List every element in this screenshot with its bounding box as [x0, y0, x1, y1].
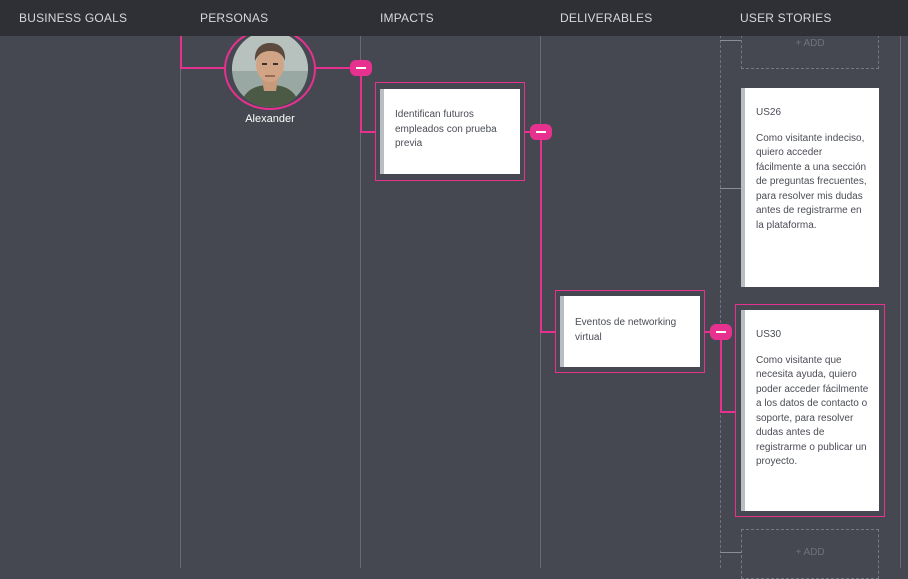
column-divider [720, 0, 721, 568]
person-photo-icon [232, 31, 308, 107]
persona-name: Alexander [245, 113, 295, 125]
column-header-user-stories: USER STORIES [740, 11, 832, 25]
column-header-business-goals: BUSINESS GOALS [19, 11, 128, 25]
column-divider [180, 0, 181, 568]
column-header-impacts: IMPACTS [380, 11, 434, 25]
impact-card-text: Identifican futuros empleados con prueba… [395, 109, 497, 149]
connector-line [540, 331, 556, 333]
persona-avatar[interactable] [224, 28, 316, 110]
connector-line [720, 552, 742, 553]
add-user-story-button[interactable]: + ADD [741, 529, 879, 579]
collapse-toggle-impact[interactable] [530, 124, 552, 140]
connector-line [180, 36, 182, 68]
add-label: + ADD [795, 547, 825, 558]
deliverable-card-text: Eventos de networking virtual [575, 317, 677, 343]
user-story-id: US26 [756, 107, 782, 118]
connector-line [720, 40, 742, 41]
user-story-text: Como visitante indeciso, quiero acceder … [756, 132, 867, 231]
user-story-card[interactable]: US30 Como visitante que necesita ayuda, … [741, 310, 879, 511]
user-story-id: US30 [756, 329, 782, 340]
connector-line [540, 140, 542, 332]
column-header-bar: BUSINESS GOALS PERSONAS IMPACTS DELIVERA… [0, 0, 908, 36]
deliverable-card[interactable]: Eventos de networking virtual [560, 296, 700, 367]
impact-card[interactable]: Identifican futuros empleados con prueba… [380, 89, 520, 174]
column-header-deliverables: DELIVERABLES [560, 11, 653, 25]
collapse-toggle-deliverable[interactable] [710, 324, 732, 340]
connector-line [720, 188, 742, 189]
add-label: + ADD [795, 38, 825, 49]
user-story-card[interactable]: US26 Como visitante indeciso, quiero acc… [741, 88, 879, 287]
connector-line [360, 131, 376, 133]
user-story-text: Como visitante que necesita ayuda, quier… [756, 354, 869, 468]
connector-line [720, 340, 722, 412]
collapse-toggle-persona[interactable] [350, 60, 372, 76]
column-divider [900, 0, 901, 568]
column-header-personas: PERSONAS [200, 11, 269, 25]
connector-line [360, 76, 362, 132]
connector-line [720, 411, 736, 413]
connector-line [180, 67, 226, 69]
